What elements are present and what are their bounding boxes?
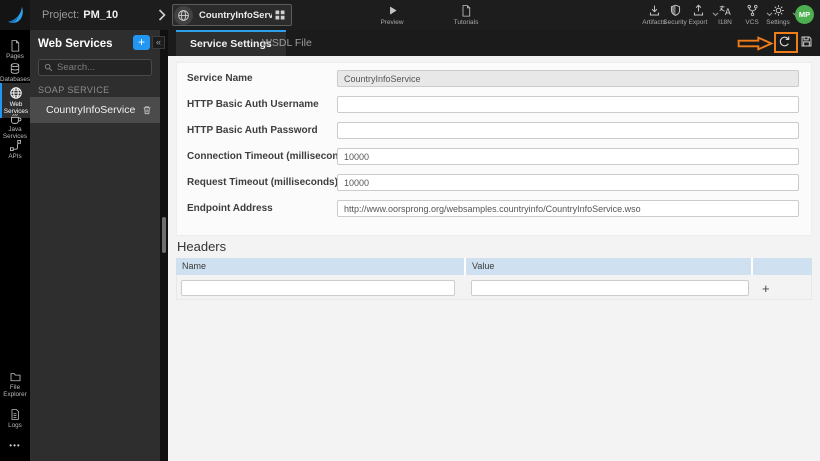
preview-button[interactable]: Preview	[370, 4, 414, 26]
header-name-input[interactable]	[181, 280, 455, 296]
form-row: HTTP Basic Auth Password	[177, 122, 811, 144]
rail-item-apis[interactable]: APIs	[0, 136, 30, 163]
vertical-scrollbar[interactable]	[162, 217, 166, 253]
search-input[interactable]	[57, 62, 146, 73]
i18n-label: I18N	[718, 19, 732, 26]
document-icon	[460, 4, 472, 17]
service-settings-form: Service Name HTTP Basic Auth Username HT…	[176, 62, 812, 236]
rail-item-databases[interactable]: Databases	[0, 59, 30, 86]
header-row: +	[176, 275, 812, 300]
field-label-connection-timeout: Connection Timeout (milliseconds)	[187, 151, 354, 162]
project-breadcrumb: Project: PM_10	[42, 0, 118, 30]
app-logo-icon[interactable]	[0, 0, 30, 30]
avatar[interactable]: MP	[795, 5, 814, 24]
preview-label: Preview	[380, 19, 404, 26]
field-label-auth-password: HTTP Basic Auth Password	[187, 125, 318, 136]
chevron-right-icon	[158, 9, 166, 21]
rail-label: APIs	[8, 153, 22, 160]
tab-bar: Service Settings WSDL File	[168, 30, 820, 56]
connection-timeout-input[interactable]	[337, 148, 799, 165]
refresh-icon	[778, 35, 791, 48]
form-row: Request Timeout (milliseconds)	[177, 174, 811, 196]
coffee-icon	[9, 112, 22, 125]
field-label-endpoint-address: Endpoint Address	[187, 203, 273, 214]
field-label-request-timeout: Request Timeout (milliseconds)	[187, 177, 338, 188]
service-item-label: CountryInfoService	[46, 104, 136, 116]
annotation-arrow	[737, 36, 774, 51]
column-header-value: Value	[466, 258, 753, 275]
page-icon	[9, 39, 21, 52]
save-icon	[800, 35, 813, 48]
form-row: Endpoint Address	[177, 200, 811, 222]
search-icon	[44, 63, 53, 72]
tutorials-label: Tutorials	[453, 19, 479, 26]
web-services-panel: Web Services + SOAP SERVICE CountryInfoS…	[30, 30, 160, 461]
log-file-icon	[9, 408, 21, 421]
settings-label: Settings	[766, 19, 790, 26]
project-label: Project:	[42, 9, 80, 21]
request-timeout-input[interactable]	[337, 174, 799, 191]
tab-wsdl-file[interactable]: WSDL File	[248, 30, 326, 56]
service-list-item[interactable]: CountryInfoService	[30, 97, 160, 123]
column-header-name: Name	[176, 258, 466, 275]
auth-password-input[interactable]	[337, 122, 799, 139]
translate-icon	[718, 4, 732, 17]
header-value-input[interactable]	[471, 280, 749, 296]
left-rail: Pages Databases Web Services Java Servic…	[0, 30, 30, 461]
reload-service-button[interactable]	[778, 35, 791, 48]
panel-title: Web Services	[38, 38, 113, 50]
upload-icon	[692, 4, 705, 17]
headers-table-head: Name Value	[176, 258, 812, 275]
app-window: Project: PM_10 CountryInfoService	[0, 0, 820, 461]
connector-icon	[9, 139, 22, 152]
service-selector-label: CountryInfoService	[199, 9, 272, 21]
gear-icon	[772, 4, 785, 17]
form-row: HTTP Basic Auth Username	[177, 96, 811, 118]
rail-item-more[interactable]: •••	[0, 438, 30, 453]
grid-icon[interactable]	[274, 9, 286, 21]
rail-item-logs[interactable]: Logs	[0, 405, 30, 432]
play-icon	[386, 4, 399, 17]
folder-icon	[9, 371, 22, 383]
headers-section-title: Headers	[177, 239, 227, 254]
branch-icon	[746, 4, 759, 17]
database-icon	[9, 62, 21, 75]
form-row: Service Name	[177, 70, 811, 92]
rail-label: Logs	[8, 422, 22, 429]
field-label-auth-username: HTTP Basic Auth Username	[187, 99, 319, 110]
collapse-panel-button[interactable]: «	[152, 36, 165, 49]
rail-label: File Explorer	[3, 384, 27, 398]
soap-service-section-label: SOAP SERVICE	[38, 85, 110, 95]
globe-icon	[174, 5, 193, 25]
globe-icon	[9, 86, 23, 100]
export-label: Export	[688, 19, 708, 26]
add-header-button[interactable]: +	[762, 282, 770, 295]
search-box	[38, 59, 152, 76]
rail-label: Databases	[0, 76, 31, 83]
auth-username-input[interactable]	[337, 96, 799, 113]
column-header-actions	[753, 258, 812, 275]
headers-table: Name Value +	[176, 258, 812, 300]
vcs-label: VCS	[745, 19, 759, 26]
ellipsis-icon: •••	[9, 441, 21, 450]
form-row: Connection Timeout (milliseconds)	[177, 148, 811, 170]
field-label-service-name: Service Name	[187, 73, 253, 84]
add-service-button[interactable]: +	[133, 35, 150, 50]
service-name-input	[337, 70, 799, 87]
service-settings-content: Service Name HTTP Basic Auth Username HT…	[168, 56, 820, 461]
project-name: PM_10	[83, 9, 119, 21]
endpoint-address-input[interactable]	[337, 200, 799, 217]
rail-item-file-explorer[interactable]: File Explorer	[0, 368, 30, 401]
save-service-button[interactable]	[800, 35, 813, 48]
settings-button[interactable]: Settings	[760, 4, 799, 26]
trash-icon[interactable]	[142, 104, 152, 116]
service-selector[interactable]: CountryInfoService	[172, 4, 292, 26]
top-bar: Project: PM_10 CountryInfoService	[0, 0, 820, 30]
tutorials-button[interactable]: Tutorials	[444, 4, 488, 26]
